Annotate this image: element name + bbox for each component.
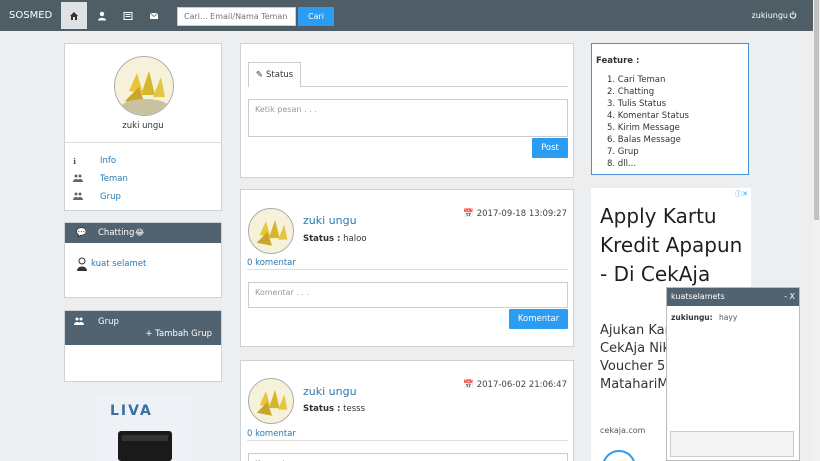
post-author[interactable]: zuki ungu xyxy=(303,385,357,398)
search-button[interactable]: Cari xyxy=(298,7,334,26)
messages-nav-button[interactable] xyxy=(141,2,167,29)
news-nav-button[interactable] xyxy=(115,2,141,29)
feature-item: 7. Grup xyxy=(607,147,639,157)
post-button[interactable]: Post xyxy=(532,138,568,158)
users-icon xyxy=(74,317,84,328)
post-date: 📅 2017-09-18 13:09:27 xyxy=(463,209,567,219)
ad-url[interactable]: cekaja.com xyxy=(600,426,645,435)
feature-item: 1. Cari Teman xyxy=(607,75,666,85)
post-date: 📅 2017-06-02 21:06:47 xyxy=(463,380,567,390)
brand-logo[interactable]: SOSMED xyxy=(9,10,52,21)
comment-textarea[interactable]: Komentar . . . xyxy=(248,282,568,308)
divider xyxy=(65,142,221,143)
feature-item: 8. dll... xyxy=(607,159,637,169)
feature-item: 6. Balas Message xyxy=(607,135,681,145)
profile-name: zuki ungu xyxy=(122,121,164,131)
feature-title: Feature : xyxy=(596,56,640,66)
comment-button[interactable]: Komentar xyxy=(509,309,568,329)
status-textarea[interactable]: Ketik pesan . . . xyxy=(248,99,568,137)
power-icon[interactable] xyxy=(789,11,797,19)
chat-window-close-button[interactable]: - X xyxy=(784,292,795,301)
comments-link[interactable]: 0 komentar xyxy=(247,258,296,268)
chat-message: zukiungu: hayy xyxy=(671,313,738,322)
divider xyxy=(247,440,568,441)
info-icon: ℹ xyxy=(73,156,77,166)
grup-header: Grup + Tambah Grup xyxy=(65,311,221,345)
chatting-title: Chatting xyxy=(98,228,135,238)
comments-link[interactable]: 0 komentar xyxy=(247,429,296,439)
username-link[interactable]: zukiungu xyxy=(752,11,788,20)
sidebar-item-info[interactable]: ℹ Info xyxy=(73,156,116,166)
sidebar-item-grup[interactable]: Grup xyxy=(73,192,121,202)
users-icon xyxy=(73,192,85,202)
tab-divider xyxy=(301,86,568,87)
profile-panel: zuki ungu ℹ Info Teman Grup xyxy=(64,43,222,211)
tab-status[interactable]: ✎ Status xyxy=(248,62,301,87)
post-status: Status : haloo xyxy=(303,234,367,244)
svg-text:LIVA: LIVA xyxy=(110,403,153,419)
grup-title: Grup xyxy=(98,317,119,327)
chatting-header: 💬 Chatting 😂 xyxy=(65,223,221,243)
feature-item: 3. Tulis Status xyxy=(607,99,667,109)
profile-nav-button[interactable] xyxy=(89,2,115,29)
ad-headline[interactable]: Apply Kartu Kredit Apapun - Di CekAja xyxy=(600,202,750,289)
divider xyxy=(247,269,568,270)
feature-panel: Feature : 1. Cari Teman 2. Chatting 3. T… xyxy=(591,43,749,175)
search-input[interactable] xyxy=(177,7,296,26)
feature-item: 4. Komentar Status xyxy=(607,111,689,121)
chat-window: kuatselamets - X zukiungu: hayy xyxy=(666,287,800,461)
chat-window-title: kuatselamets xyxy=(671,292,725,301)
post-status: Status : tesss xyxy=(303,404,366,414)
top-navbar: SOSMED Cari zukiungu xyxy=(0,0,813,31)
post-avatar[interactable] xyxy=(248,378,294,424)
newspaper-icon xyxy=(123,11,133,20)
feature-list: 1. Cari Teman 2. Chatting 3. Tulis Statu… xyxy=(607,74,689,170)
adchoices-icon[interactable]: ⓘ✕ xyxy=(735,189,748,199)
envelope-icon xyxy=(149,12,159,19)
home-nav-button[interactable] xyxy=(61,2,87,29)
calendar-icon: 📅 xyxy=(463,209,475,219)
feature-item: 2. Chatting xyxy=(607,87,655,97)
user-icon xyxy=(98,11,106,20)
chat-contact[interactable]: kuat selamet xyxy=(76,257,146,271)
add-grup-link[interactable]: + Tambah Grup xyxy=(145,329,212,339)
chat-input[interactable] xyxy=(670,431,794,457)
post-author[interactable]: zuki ungu xyxy=(303,214,357,227)
chatting-emoji: 😂 xyxy=(135,228,145,237)
user-avatar-icon xyxy=(77,257,87,271)
pencil-icon: ✎ xyxy=(255,70,264,80)
ad-arrow-button[interactable] xyxy=(602,450,636,461)
chat-bubble-icon: 💬 xyxy=(76,228,87,238)
post-card: zuki ungu 📅 2017-09-18 13:09:27 Status :… xyxy=(240,189,574,347)
post-card: zuki ungu 📅 2017-06-02 21:06:47 Status :… xyxy=(240,360,574,461)
feature-item: 5. Kirim Message xyxy=(607,123,680,133)
users-icon xyxy=(73,174,85,184)
sidebar-item-teman[interactable]: Teman xyxy=(73,174,128,184)
profile-avatar[interactable] xyxy=(114,56,174,116)
scrollbar-thumb[interactable] xyxy=(814,0,819,220)
calendar-icon: 📅 xyxy=(463,380,475,390)
chatting-panel: 💬 Chatting 😂 kuat selamet xyxy=(64,222,222,298)
chat-window-header[interactable]: kuatselamets - X xyxy=(667,288,799,306)
comment-textarea[interactable]: Komentar . . . xyxy=(248,453,568,461)
post-avatar[interactable] xyxy=(248,208,294,254)
grup-panel: Grup + Tambah Grup xyxy=(64,310,222,382)
left-ad-banner[interactable]: LIVA xyxy=(96,395,192,461)
status-form-panel: ✎ Status Ketik pesan . . . Post xyxy=(240,43,574,178)
home-icon xyxy=(70,11,78,20)
